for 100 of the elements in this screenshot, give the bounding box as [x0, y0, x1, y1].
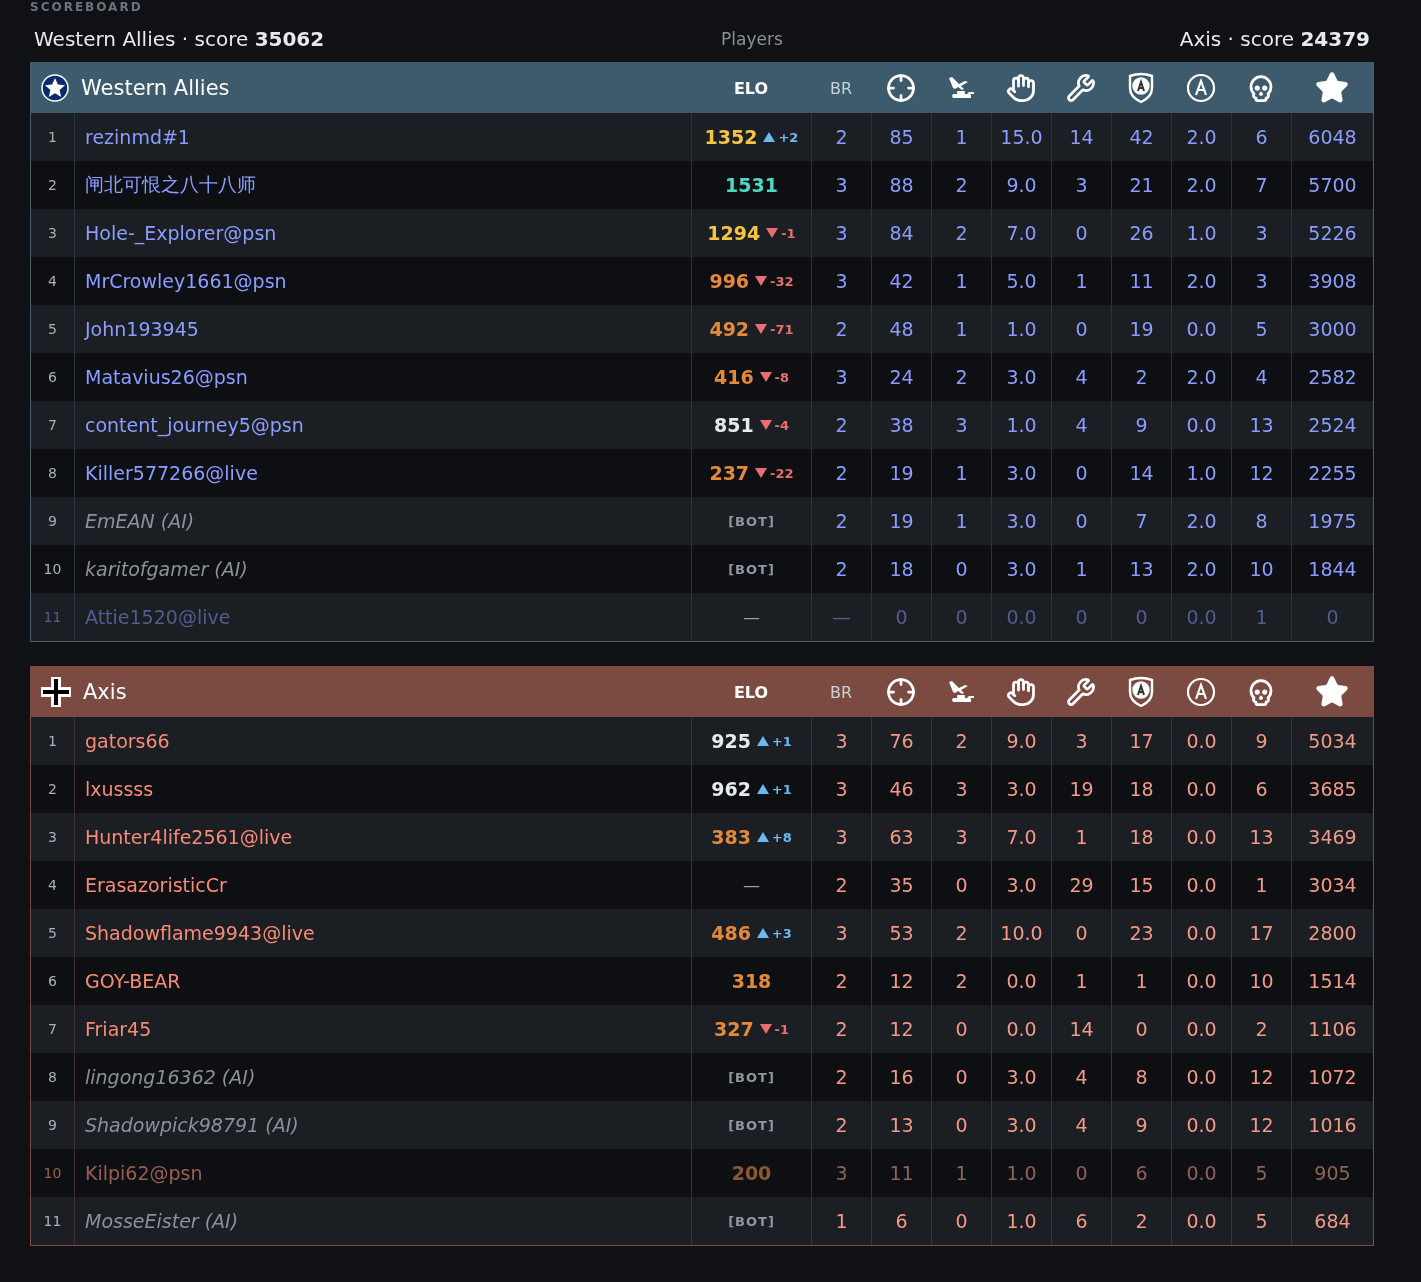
stat-value: 0: [1075, 510, 1088, 532]
stat-value: 2.0: [1186, 126, 1217, 148]
crosshair-icon: [886, 677, 916, 707]
stat-value: 6: [1255, 778, 1268, 800]
down-triangle-icon: [755, 276, 768, 286]
stat-value: 2524: [1308, 414, 1357, 436]
stat-value: 2: [955, 730, 968, 752]
stat-value: 0: [895, 606, 908, 628]
elo-change: -1: [774, 1021, 790, 1037]
stat-value: 13: [1249, 826, 1274, 848]
elo-change: -22: [770, 465, 794, 481]
stat-value: 9: [1135, 414, 1148, 436]
stat-value: 0.0: [1186, 826, 1217, 848]
circle-emblem-icon: [1186, 73, 1216, 103]
stat-value: 10: [1249, 558, 1274, 580]
stat-value: 11: [889, 1162, 914, 1184]
stat-value: 0: [1075, 922, 1088, 944]
stat-value: 2.0: [1186, 366, 1217, 388]
stat-value: 4: [1075, 1114, 1088, 1136]
player-name: content_journey5@psn: [85, 414, 304, 436]
hand-icon: [1006, 73, 1036, 103]
stat-value: 12: [1249, 1114, 1274, 1136]
stat-value: 17: [1129, 730, 1154, 752]
cross-emblem-icon: [41, 677, 71, 707]
bot-tag: [BOT]: [728, 1117, 775, 1133]
elo-rating: 200: [731, 1162, 772, 1184]
stat-value: 9.0: [1006, 174, 1037, 196]
stat-value: 0: [1075, 606, 1088, 628]
stat-value: 3000: [1308, 318, 1357, 340]
stat-value: 6: [1075, 1210, 1088, 1232]
player-name: MosseEister (AI): [85, 1210, 239, 1232]
stat-value: 1975: [1308, 510, 1357, 532]
stat-value: 2: [835, 1114, 848, 1136]
elo-rating: 1294: [707, 222, 761, 244]
elo-change: +1: [771, 733, 792, 749]
stat-value: 42: [889, 270, 914, 292]
stat-value: 684: [1314, 1210, 1351, 1232]
stat-value: 18: [1129, 826, 1154, 848]
stat-value: 3: [835, 366, 848, 388]
players-label: Players: [721, 29, 783, 49]
stat-value: 15: [1129, 874, 1154, 896]
stat-value: 2: [835, 126, 848, 148]
stat-value: 0: [1075, 318, 1088, 340]
rank-number: 9: [48, 513, 57, 529]
stat-value: 1: [1135, 970, 1148, 992]
stat-value: 16: [889, 1066, 914, 1088]
stat-value: 3: [1255, 222, 1268, 244]
stat-value: 1: [955, 510, 968, 532]
down-triangle-icon: [755, 324, 768, 334]
player-name: Matavius26@psn: [85, 366, 248, 388]
stat-value: 0.0: [1006, 1018, 1037, 1040]
stat-value: 1: [955, 318, 968, 340]
elo-rating: 383: [711, 826, 751, 848]
team-score: Axis · score 24379: [1179, 27, 1370, 51]
player-name: 闸北可恨之八十八师: [85, 172, 256, 197]
stat-value: 6: [1255, 126, 1268, 148]
stat-value: 19: [889, 510, 914, 532]
player-name: lxussss: [85, 778, 154, 800]
elo-change: -71: [770, 321, 794, 337]
stat-value: 7: [1255, 174, 1268, 196]
stat-value: 2582: [1308, 366, 1357, 388]
stat-value: 0: [955, 1066, 968, 1088]
stat-value: 3469: [1308, 826, 1357, 848]
column-header: BR: [829, 682, 853, 702]
hand-icon: [1006, 677, 1036, 707]
stat-value: 2: [955, 366, 968, 388]
rank-number: 6: [48, 973, 57, 989]
elo-rating: 851: [713, 414, 754, 436]
rank-number: 8: [48, 465, 57, 481]
rank-number: 1: [48, 129, 57, 145]
stat-value: 1: [955, 126, 968, 148]
down-triangle-icon: [759, 1024, 772, 1034]
stat-value: 13: [1129, 558, 1154, 580]
elo-change: -32: [770, 273, 794, 289]
stat-value: 12: [1249, 1066, 1274, 1088]
rank-number: 3: [48, 225, 57, 241]
stat-value: 3: [835, 778, 848, 800]
player-name: Friar45: [85, 1018, 152, 1040]
stat-value: 10.0: [1000, 922, 1043, 944]
stat-value: 85: [889, 126, 914, 148]
stat-value: 5226: [1308, 222, 1357, 244]
rank-number: 11: [43, 609, 62, 625]
stat-value: 2: [835, 510, 848, 532]
stat-value: 8: [1135, 1066, 1148, 1088]
stat-value: 3.0: [1006, 558, 1037, 580]
shield-emblem-icon: [1126, 72, 1156, 104]
stat-value: 0.0: [1186, 606, 1217, 628]
shield-emblem-icon: [1126, 676, 1156, 708]
stat-value: 7.0: [1006, 826, 1037, 848]
stat-value: 15.0: [1000, 126, 1043, 148]
stat-value: 0.0: [1006, 606, 1037, 628]
team-name: Western Allies: [81, 76, 230, 100]
stat-value: 4: [1075, 1066, 1088, 1088]
stat-value: 2: [1135, 366, 1148, 388]
elo-rating: 318: [731, 970, 772, 992]
rank-number: 2: [48, 781, 57, 797]
stat-value: 11: [1129, 270, 1154, 292]
stat-value: 3.0: [1006, 510, 1037, 532]
player-name: GOY-BEAR: [85, 970, 181, 992]
player-name: EmEAN (AI): [85, 510, 195, 532]
